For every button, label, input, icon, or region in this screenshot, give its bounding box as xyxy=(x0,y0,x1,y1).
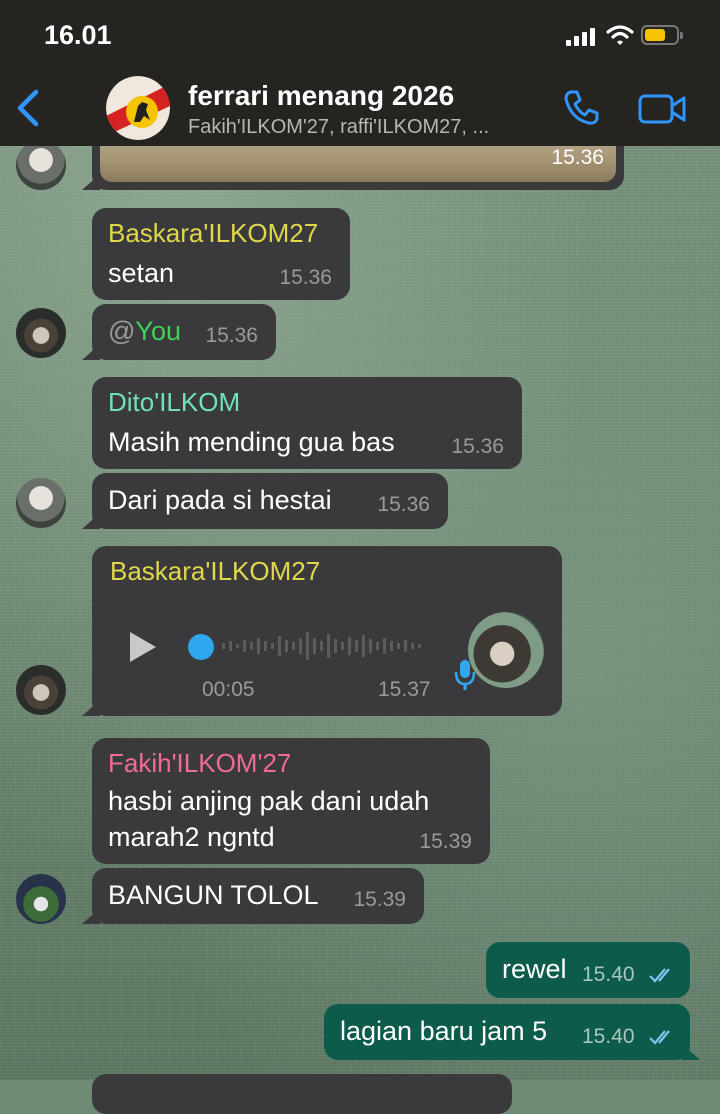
voice-duration: 00:05 xyxy=(202,678,255,701)
read-receipt-icon xyxy=(649,968,670,983)
message-text: Masih mending gua bas xyxy=(108,427,395,457)
audio-waveform[interactable] xyxy=(222,626,432,666)
voice-message-bubble[interactable]: Baskara'ILKOM27 00:05 15.37 xyxy=(82,546,562,716)
chat-header: 16.01 ferrari menang 2026 Fakih'ILKOM'27… xyxy=(0,0,720,146)
cellular-signal-icon xyxy=(566,28,596,46)
message-time: 15.36 xyxy=(551,146,604,169)
playback-position-dot[interactable] xyxy=(188,634,214,660)
mention-prefix: @ xyxy=(108,316,136,346)
message-bubble[interactable]: Fakih'ILKOM'27 hasbi anjing pak dani uda… xyxy=(92,738,490,864)
mention-you[interactable]: You xyxy=(135,316,181,346)
message-text: setan xyxy=(108,258,175,288)
sender-name[interactable]: Baskara'ILKOM27 xyxy=(108,218,318,249)
sender-avatar[interactable] xyxy=(16,478,66,528)
sender-avatar[interactable] xyxy=(16,140,66,190)
message-text: lagian baru jam 5 xyxy=(340,1016,548,1046)
message-time: 15.39 xyxy=(353,888,406,911)
read-receipt-icon xyxy=(649,1030,670,1045)
message-text: BANGUN TOLOL xyxy=(108,880,319,910)
message-time: 15.39 xyxy=(419,830,472,853)
mention-text: @You xyxy=(108,316,181,347)
message-bubble-partial[interactable] xyxy=(92,1074,512,1114)
message-time: 15.36 xyxy=(279,266,332,289)
message-text: Dari pada si hestai xyxy=(108,485,332,515)
message-bubble[interactable]: Dari pada si hestai 15.36 xyxy=(82,473,448,529)
wifi-icon xyxy=(606,25,634,45)
message-time: 15.36 xyxy=(205,324,258,347)
group-name[interactable]: ferrari menang 2026 xyxy=(188,80,454,112)
sender-avatar[interactable] xyxy=(16,308,66,358)
sender-name[interactable]: Baskara'ILKOM27 xyxy=(110,556,320,587)
message-time: 15.40 xyxy=(582,963,635,986)
message-bubble[interactable]: Baskara'ILKOM27 setan 15.36 xyxy=(92,208,350,300)
voice-sender-photo[interactable] xyxy=(468,612,544,688)
status-time: 16.01 xyxy=(44,20,112,50)
sender-avatar[interactable] xyxy=(16,874,66,924)
outgoing-message-bubble[interactable]: lagian baru jam 5 15.40 xyxy=(324,1004,700,1060)
message-bubble[interactable]: @You 15.36 xyxy=(82,304,276,360)
message-time: 15.37 xyxy=(378,678,431,701)
back-button[interactable] xyxy=(14,88,44,128)
sender-avatar[interactable] xyxy=(16,665,66,715)
message-bubble[interactable]: BANGUN TOLOL 15.39 xyxy=(82,868,424,924)
microphone-icon xyxy=(454,660,476,690)
message-time: 15.36 xyxy=(451,435,504,458)
message-text-line: marah2 ngntd xyxy=(108,822,275,852)
message-text: rewel xyxy=(502,954,567,984)
message-time: 15.40 xyxy=(582,1025,635,1048)
message-bubble[interactable]: Dito'ILKOM Masih mending gua bas 15.36 xyxy=(92,377,522,469)
play-icon[interactable] xyxy=(128,630,158,664)
message-time: 15.36 xyxy=(377,493,430,516)
video-camera-icon[interactable] xyxy=(638,92,686,126)
battery-icon xyxy=(641,25,683,45)
sender-name[interactable]: Fakih'ILKOM'27 xyxy=(108,748,291,779)
sender-name[interactable]: Dito'ILKOM xyxy=(108,387,240,418)
outgoing-message-bubble[interactable]: rewel 15.40 xyxy=(486,942,690,998)
message-text-line: hasbi anjing pak dani udah xyxy=(108,786,430,816)
group-avatar[interactable] xyxy=(106,76,170,140)
group-members[interactable]: Fakih'ILKOM'27, raffi'ILKOM27, ... xyxy=(188,116,548,139)
phone-icon[interactable] xyxy=(562,88,600,126)
